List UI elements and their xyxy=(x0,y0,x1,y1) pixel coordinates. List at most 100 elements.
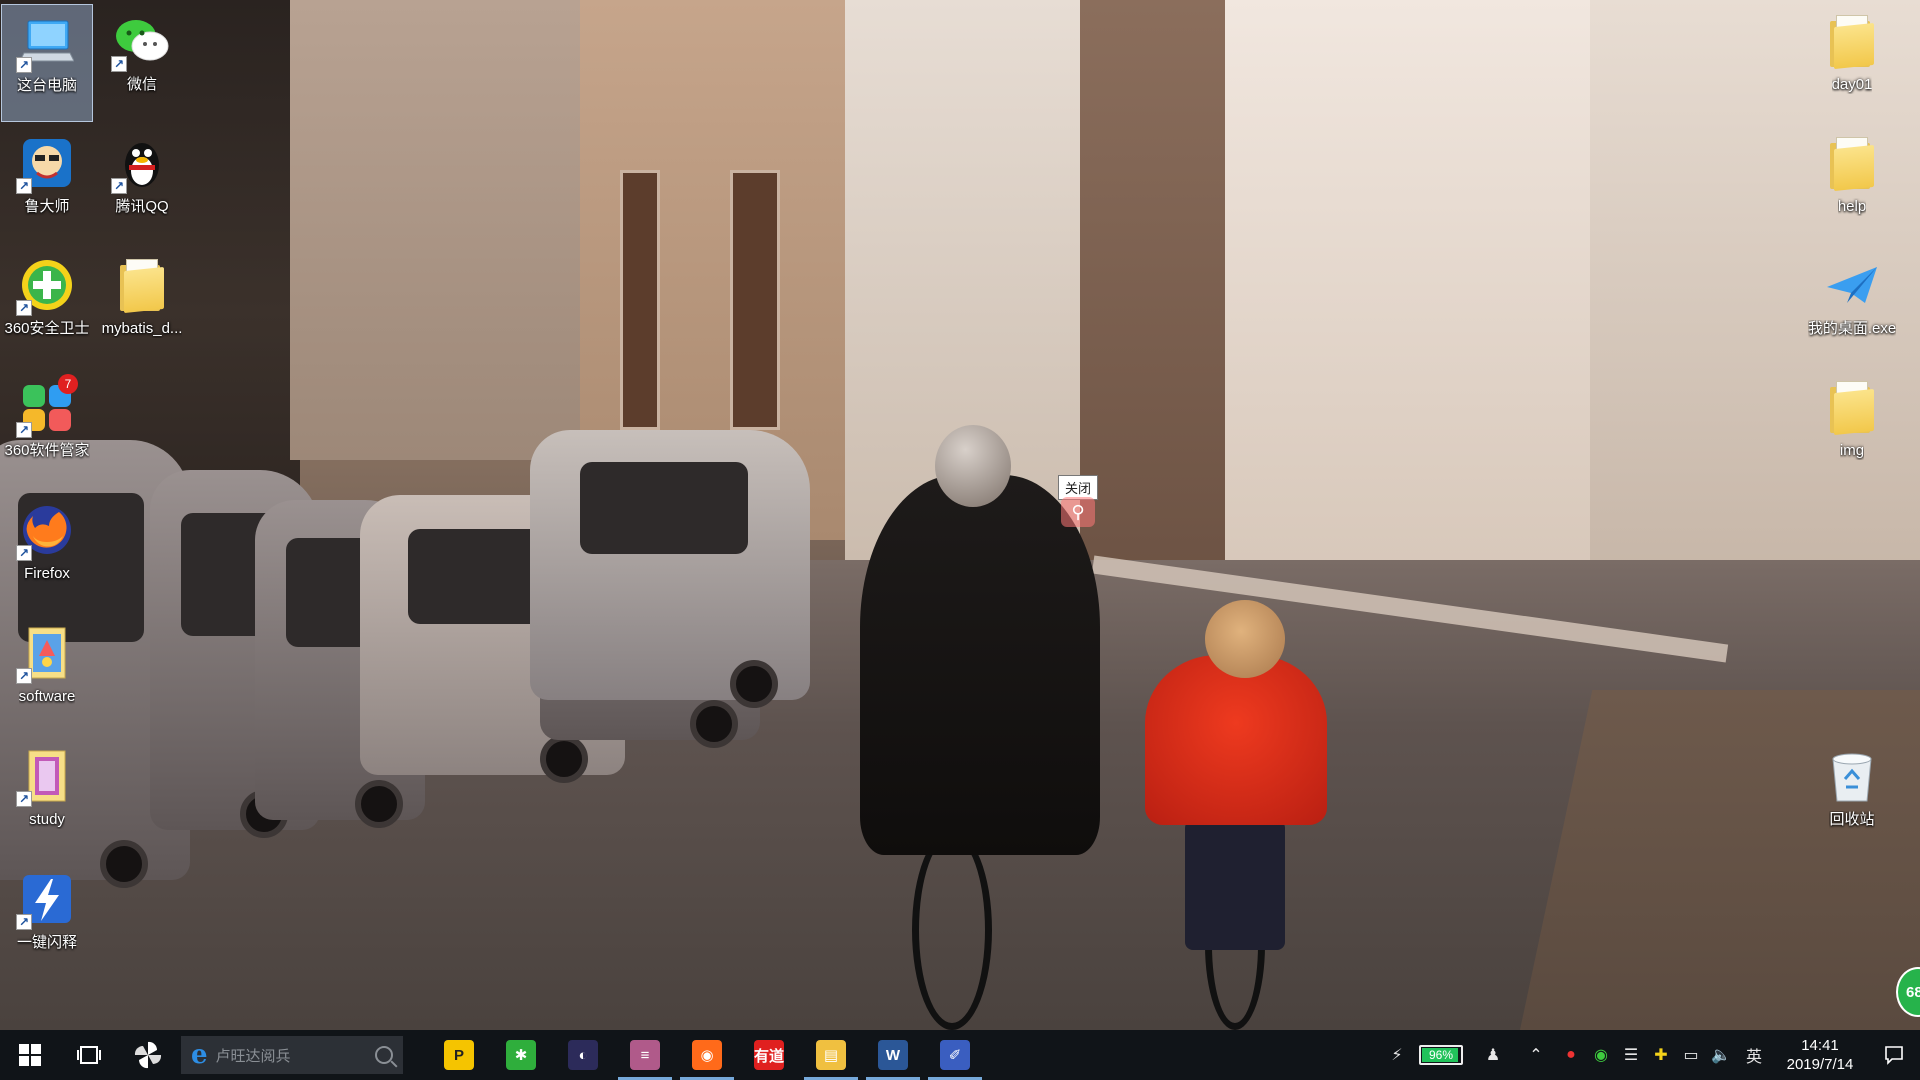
desktop-icon-help[interactable]: help xyxy=(1806,126,1898,244)
icon-label: 360安全卫士 xyxy=(4,320,90,337)
folder-icon: ▤ xyxy=(816,1040,846,1070)
icon-label: 腾讯QQ xyxy=(115,198,169,215)
taskbar-app-eclipse[interactable]: ◐ xyxy=(552,1030,614,1080)
wallpaper-man-head xyxy=(935,425,1011,507)
taskbar-app-green-app[interactable]: ✱ xyxy=(490,1030,552,1080)
desktop-icon-qq[interactable]: ↗ 腾讯QQ xyxy=(96,126,188,244)
taskbar-app-firefox[interactable]: ◉ xyxy=(676,1030,738,1080)
wallpaper-window xyxy=(620,170,660,430)
icon-label: 鲁大师 xyxy=(24,198,70,215)
people-icon[interactable]: ♟ xyxy=(1470,1030,1516,1080)
system-tray: ⚡ 96% ♟ ⌃ ● ◉ ☰ ✚ ▭ 🔈 英 14:41 2019/7/14 xyxy=(1382,1030,1920,1080)
desktop-icon-firefox[interactable]: ↗ Firefox xyxy=(1,493,93,611)
show-hidden-icons-chevron-up-icon[interactable]: ⌃ xyxy=(1516,1030,1556,1080)
wechat-tray-icon[interactable]: ◉ xyxy=(1586,1030,1616,1080)
computer-icon: ↗ xyxy=(16,13,76,73)
charging-icon: ⚡ xyxy=(1391,1047,1403,1064)
search-icon[interactable]: ⚲ xyxy=(1061,497,1095,527)
desktop-icon-day01[interactable]: day01 xyxy=(1806,4,1898,122)
wallpaper-building xyxy=(1225,0,1595,600)
desktop-icon-wechat[interactable]: ↗ 微信 xyxy=(96,4,188,122)
wallpaper-girl-head xyxy=(1205,600,1285,678)
icon-label: 这台电脑 xyxy=(16,77,77,94)
wifi-icon[interactable]: ☰ xyxy=(1616,1030,1646,1080)
folder-icon xyxy=(1823,378,1881,436)
folder-icon xyxy=(113,256,171,314)
paper-plane-icon xyxy=(1823,256,1881,314)
recycle-bin-icon xyxy=(1823,747,1881,805)
windows-logo-icon xyxy=(19,1044,41,1066)
desktop-icon-recycle-bin[interactable]: 回收站 xyxy=(1806,739,1898,857)
ime-indicator[interactable]: 英 xyxy=(1736,1030,1772,1080)
icon-label: software xyxy=(18,688,76,705)
icon-label: img xyxy=(1839,442,1865,459)
search-placeholder: 卢旺达阅兵 xyxy=(215,1047,291,1065)
360-softmgr-icon: 7 ↗ xyxy=(16,374,78,438)
wallpaper-car xyxy=(530,430,810,708)
taskbar-app-typora[interactable]: ✐ xyxy=(924,1030,986,1080)
pen-icon: ✐ xyxy=(940,1040,970,1070)
firefox-icon: ↗ xyxy=(16,501,76,561)
start-button[interactable] xyxy=(0,1030,60,1080)
clock-date: 2019/7/14 xyxy=(1786,1056,1854,1073)
icon-label: mybatis_d... xyxy=(101,320,183,337)
desktop-icon-my-desktop[interactable]: 我的桌面.exe xyxy=(1806,248,1898,366)
lightning-icon: ↗ xyxy=(16,870,76,930)
desktop-icon-flash[interactable]: ↗ 一键闪释 xyxy=(1,862,93,980)
wallpaper-man xyxy=(860,475,1100,855)
word-icon: W xyxy=(878,1040,908,1070)
database-icon: ≡ xyxy=(630,1040,660,1070)
taskbar-app-kmplayer[interactable]: P xyxy=(428,1030,490,1080)
clock-time: 14:41 xyxy=(1801,1037,1839,1054)
desktop-icon-software[interactable]: ↗ software xyxy=(1,616,93,734)
battery-percent: 96% xyxy=(1428,1048,1454,1062)
wallpaper-building xyxy=(1080,0,1230,570)
desktop-icon-ludashi[interactable]: ↗ 鲁大师 xyxy=(1,126,93,244)
folder-icon: ↗ xyxy=(16,624,76,684)
clock[interactable]: 14:41 2019/7/14 xyxy=(1772,1030,1868,1080)
taskbar-app-word[interactable]: W xyxy=(862,1030,924,1080)
icon-label: 回收站 xyxy=(1829,811,1875,828)
desktop-icon-img[interactable]: img xyxy=(1806,370,1898,488)
volume-icon[interactable]: 🔈 xyxy=(1706,1030,1736,1080)
folder-icon xyxy=(1823,12,1881,70)
desktop-icon-study[interactable]: ↗ study xyxy=(1,739,93,857)
desktop-icon-360-security[interactable]: ↗ 360安全卫士 xyxy=(1,248,93,366)
icon-label: 360软件管家 xyxy=(4,442,90,459)
leaf-icon: ✱ xyxy=(506,1040,536,1070)
taskbar-app-db-tool[interactable]: ≡ xyxy=(614,1030,676,1080)
pinned-apps: P ✱ ◐ ≡ ◉ 有道 ▤ W ✐ xyxy=(428,1030,986,1080)
desktop-icon-this-pc[interactable]: ↗ 这台电脑 xyxy=(1,4,93,122)
task-view-icon xyxy=(77,1046,101,1064)
icon-label: Firefox xyxy=(24,565,70,582)
ludashi-icon: ↗ xyxy=(16,134,76,194)
battery-indicator[interactable]: 96% xyxy=(1412,1030,1470,1080)
edge-icon: e xyxy=(191,1040,208,1070)
folder-icon xyxy=(1823,134,1881,192)
qq-tray-icon[interactable]: ● xyxy=(1556,1030,1586,1080)
taskbar-app-explorer[interactable]: ▤ xyxy=(800,1030,862,1080)
action-center-button[interactable] xyxy=(1868,1030,1920,1080)
firefox-icon: ◉ xyxy=(692,1040,722,1070)
power-icon[interactable]: ▭ xyxy=(1676,1030,1706,1080)
youdao-icon: 有道 xyxy=(754,1040,784,1070)
notification-icon xyxy=(1885,1046,1903,1065)
cortana-button[interactable] xyxy=(118,1030,178,1080)
wallpaper-window xyxy=(730,170,780,430)
icon-label: 我的桌面.exe xyxy=(1807,320,1897,337)
wallpaper-girl xyxy=(1145,655,1327,825)
360-shield-icon: ↗ xyxy=(16,256,76,316)
desktop-icon-mybatis[interactable]: mybatis_d... xyxy=(96,248,188,366)
360-tray-icon[interactable]: ✚ xyxy=(1646,1030,1676,1080)
task-view-button[interactable] xyxy=(60,1030,118,1080)
qq-penguin-icon: ↗ xyxy=(111,134,171,194)
kmplayer-icon: P xyxy=(444,1040,474,1070)
taskbar-search-box[interactable]: e 卢旺达阅兵 xyxy=(181,1036,403,1074)
desktop-icon-360-soft[interactable]: 7 ↗ 360软件管家 xyxy=(1,370,93,488)
icon-label: 一键闪释 xyxy=(16,934,77,951)
search-icon[interactable] xyxy=(375,1046,393,1064)
taskbar-app-youdao[interactable]: 有道 xyxy=(738,1030,800,1080)
taskbar: e 卢旺达阅兵 P ✱ ◐ ≡ ◉ 有道 ▤ W ✐ ⚡ 96% ♟ ⌃ ● ◉ ☰ ✚ ▭ 🔈… xyxy=(0,1030,1920,1080)
desktop-wallpaper xyxy=(0,0,1920,1030)
icon-label: study xyxy=(29,811,65,828)
